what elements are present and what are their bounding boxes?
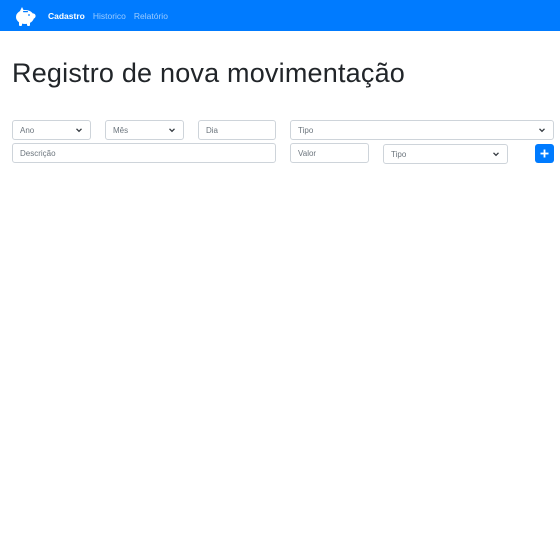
mes-select[interactable]: Mês: [105, 120, 184, 140]
page-title: Registro de nova movimentação: [12, 58, 406, 88]
ano-select[interactable]: Ano: [12, 120, 91, 140]
chevron-down-icon: [493, 152, 499, 157]
nav-link-historico[interactable]: Historico: [93, 11, 126, 21]
valor-input[interactable]: [290, 143, 369, 163]
tipo-select[interactable]: Tipo: [290, 120, 554, 140]
tipo-movimentacao-select[interactable]: Tipo: [383, 144, 508, 164]
add-button[interactable]: [535, 144, 554, 163]
chevron-down-icon: [76, 128, 82, 133]
nav-link-relatorio[interactable]: Relatório: [134, 11, 168, 21]
chevron-down-icon: [539, 128, 545, 133]
ano-select-value: Ano: [20, 125, 35, 135]
nav-links: Cadastro Historico Relatório: [48, 0, 176, 31]
dia-input[interactable]: [198, 120, 276, 140]
mes-select-value: Mês: [113, 125, 129, 135]
plus-icon: [540, 149, 549, 158]
navbar: Cadastro Historico Relatório: [0, 0, 560, 31]
piggy-bank-icon[interactable]: [13, 5, 37, 27]
tipo-movimentacao-select-value: Tipo: [391, 149, 407, 159]
descricao-input[interactable]: [12, 143, 276, 163]
tipo-select-value: Tipo: [298, 125, 314, 135]
chevron-down-icon: [169, 128, 175, 133]
nav-link-cadastro[interactable]: Cadastro: [48, 11, 85, 21]
